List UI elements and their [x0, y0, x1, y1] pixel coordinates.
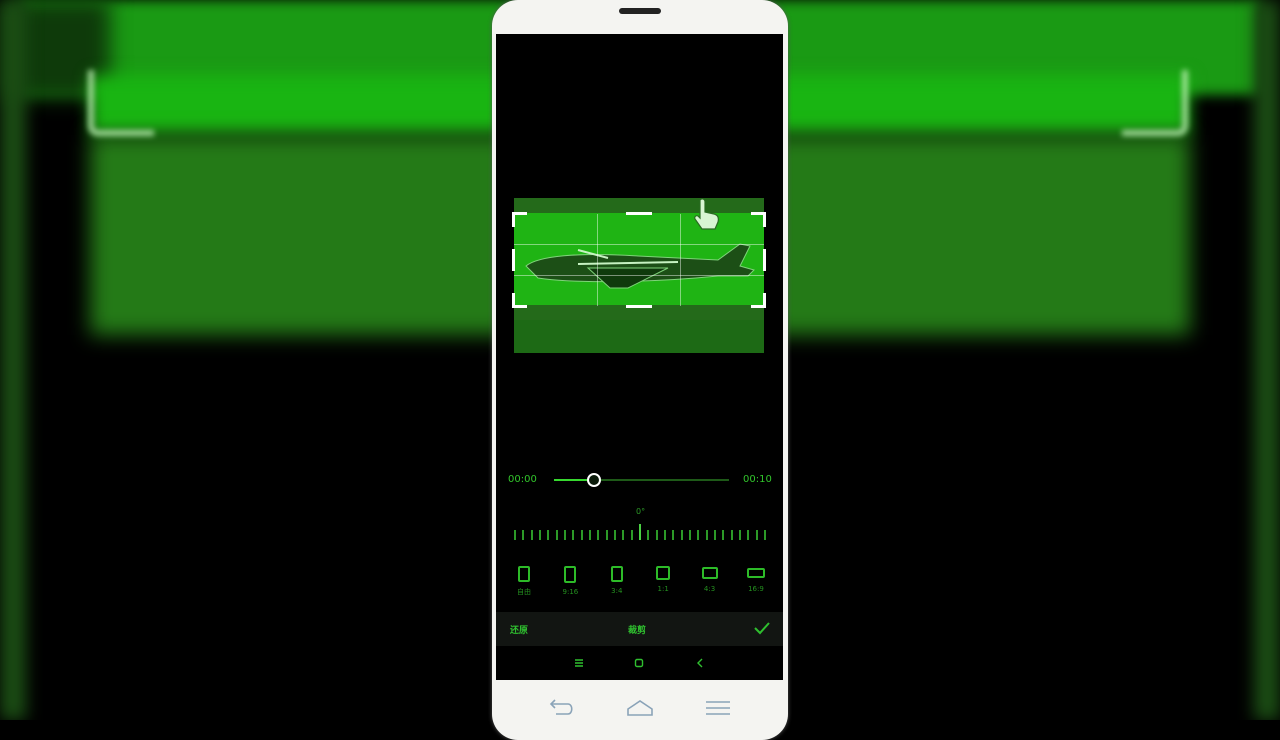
ruler-tick: [605, 530, 608, 540]
time-total: 00:10: [743, 474, 772, 485]
menu-lines-icon[interactable]: [703, 698, 733, 718]
ruler-tick: [555, 530, 558, 540]
ruler-tick: [622, 530, 625, 540]
rotation-ruler[interactable]: [514, 524, 766, 542]
touch-hand-icon: [694, 198, 719, 230]
crop-gridline: [597, 214, 598, 306]
ruler-tick: [647, 530, 650, 540]
ruler-tick: [589, 530, 591, 540]
bg-edge-left: [0, 0, 26, 720]
ratio-1-1-icon: [656, 566, 671, 580]
ruler-tick: [705, 530, 708, 540]
ratio-option-9-16[interactable]: 9:16: [548, 566, 592, 597]
ratio-3-4-icon: [610, 566, 623, 582]
menu-icon[interactable]: [574, 658, 584, 668]
rotation-angle-label: 0°: [636, 507, 646, 516]
ratio-label: 3:4: [611, 587, 623, 595]
back-arrow-icon[interactable]: [546, 698, 576, 718]
ruler-tick: [630, 530, 633, 540]
ruler-tick: [764, 530, 766, 540]
crop-handle-top-right[interactable]: [751, 212, 766, 227]
reset-button[interactable]: 还原: [510, 623, 528, 636]
crop-handle-bottom-left[interactable]: [512, 293, 527, 308]
crop-gridline: [514, 275, 764, 276]
free-ratio-icon: [518, 566, 530, 582]
ruler-tick: [672, 530, 675, 540]
ruler-tick: [689, 530, 691, 540]
home-square-icon[interactable]: [634, 658, 644, 668]
phone-speaker: [619, 8, 661, 14]
ruler-tick: [597, 530, 600, 540]
ruler-tick: [614, 530, 616, 540]
ruler-tick: [697, 530, 700, 540]
ratio-option-free[interactable]: 自由: [502, 566, 546, 597]
ruler-tick: [722, 530, 725, 540]
ruler-tick: [514, 530, 516, 540]
crop-gridline: [514, 244, 764, 245]
ruler-tick: [522, 530, 525, 540]
phone-screen: 00:00 00:10 0° 自由 9:16 3:4 1:1 4:3 16:9 …: [496, 34, 783, 680]
ruler-tick: [739, 530, 741, 540]
crop-handle-top[interactable]: [626, 212, 652, 215]
crop-mode-button[interactable]: 裁剪: [628, 623, 646, 636]
ratio-label: 4:3: [703, 585, 716, 593]
ruler-tick: [547, 530, 550, 540]
ruler-tick: [730, 530, 733, 540]
crop-handle-top-left[interactable]: [512, 212, 527, 227]
ratio-option-4-3[interactable]: 4:3: [688, 566, 732, 597]
checkmark-icon[interactable]: [753, 620, 771, 636]
crop-frame[interactable]: [512, 212, 766, 308]
crop-handle-right[interactable]: [763, 249, 766, 271]
crop-handle-bottom-right[interactable]: [751, 293, 766, 308]
crop-handle-left[interactable]: [512, 249, 515, 271]
ruler-tick: [747, 530, 750, 540]
ruler-tick: [664, 530, 666, 540]
phone-hardware-keys: [492, 698, 788, 720]
bg-bracket-right: [1122, 70, 1188, 136]
time-current: 00:00: [508, 474, 537, 485]
bg-edge-right: [1254, 0, 1280, 720]
ratio-label: 自由: [517, 588, 531, 596]
android-nav-bar: [496, 648, 783, 680]
ratio-9-16-icon: [564, 566, 577, 583]
ruler-tick: [530, 530, 533, 540]
ruler-tick: [655, 530, 658, 540]
ratio-16-9-icon: [746, 568, 765, 578]
ruler-tick: [580, 530, 583, 540]
ruler-tick: [714, 530, 716, 540]
ruler-tick: [572, 530, 575, 540]
ruler-center-tick: [639, 524, 641, 540]
ruler-tick: [539, 530, 541, 540]
back-chevron-icon[interactable]: [695, 658, 705, 668]
crop-handle-bottom[interactable]: [626, 305, 652, 308]
video-ground: [514, 320, 764, 353]
ruler-tick: [755, 530, 758, 540]
ratio-option-3-4[interactable]: 3:4: [595, 566, 639, 597]
ruler-tick: [564, 530, 566, 540]
ratio-label: 9:16: [562, 588, 579, 596]
timeline-thumb[interactable]: [586, 473, 601, 487]
ratio-selector: 自由 9:16 3:4 1:1 4:3 16:9: [502, 566, 778, 597]
phone-frame: 00:00 00:10 0° 自由 9:16 3:4 1:1 4:3 16:9 …: [492, 0, 788, 740]
ratio-option-16-9[interactable]: 16:9: [734, 566, 778, 597]
ratio-label: 1:1: [657, 585, 669, 593]
timeline-slider[interactable]: [554, 473, 729, 487]
home-icon[interactable]: [625, 698, 655, 718]
action-bar: 还原 裁剪: [496, 612, 783, 646]
crop-gridline: [680, 214, 681, 306]
ratio-4-3-icon: [701, 567, 718, 579]
bg-bracket-left: [88, 70, 154, 136]
ruler-tick: [680, 530, 683, 540]
ratio-option-1-1[interactable]: 1:1: [641, 566, 685, 597]
ratio-label: 16:9: [748, 585, 764, 593]
